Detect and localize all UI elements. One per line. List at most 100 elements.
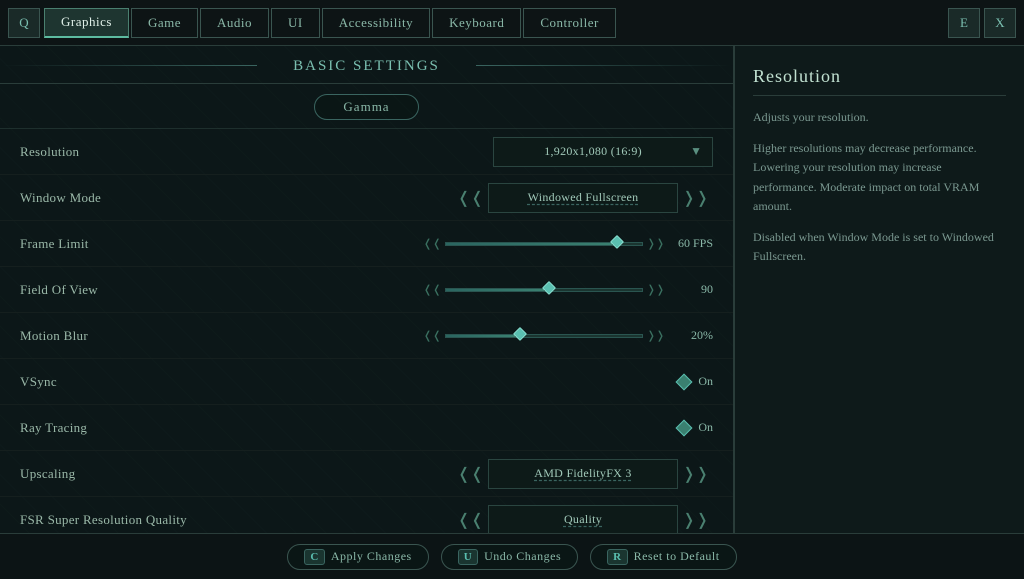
- resolution-dropdown[interactable]: 1,920x1,080 (16:9) ▼: [493, 137, 713, 167]
- fsr-quality-control: ❬❬ Quality ❭❭: [220, 505, 713, 534]
- resolution-label: Resolution: [20, 144, 220, 160]
- resolution-value: 1,920x1,080 (16:9): [504, 144, 682, 159]
- frame-limit-control: ❬❬ ❭❭ 60 FPS: [220, 236, 713, 251]
- undo-changes-button[interactable]: U Undo Changes: [441, 544, 578, 570]
- fsr-quality-next-button[interactable]: ❭❭: [678, 510, 713, 530]
- setting-row-motion-blur: Motion Blur ❬❬ ❭❭ 20%: [0, 313, 733, 359]
- fov-left-arrows: ❬❬: [423, 283, 441, 296]
- apply-changes-button[interactable]: C Apply Changes: [287, 544, 428, 570]
- info-paragraph-1: Adjusts your resolution.: [753, 108, 1006, 127]
- upscaling-arrow-select: ❬❬ AMD FidelityFX 3 ❭❭: [453, 459, 713, 489]
- fov-right-arrows: ❭❭: [647, 283, 665, 296]
- reset-key: R: [607, 549, 627, 565]
- undo-key: U: [458, 549, 478, 565]
- ray-tracing-control[interactable]: On: [220, 420, 713, 435]
- motion-blur-track: [445, 334, 642, 338]
- top-navigation: Q Graphics Game Audio UI Accessibility K…: [0, 0, 1024, 46]
- motion-blur-right-arrows: ❭❭: [647, 329, 665, 342]
- main-content: Basic Settings Gamma Resolution 1,920x1,…: [0, 46, 1024, 533]
- fov-label: Field Of View: [20, 282, 220, 298]
- apply-key: C: [304, 549, 324, 565]
- info-paragraph-3: Disabled when Window Mode is set to Wind…: [753, 228, 1006, 266]
- frame-limit-slider[interactable]: ❬❬ ❭❭ 60 FPS: [423, 236, 713, 251]
- window-mode-arrow-select: ❬❬ Windowed Fullscreen ❭❭: [453, 183, 713, 213]
- upscaling-label: Upscaling: [20, 466, 220, 482]
- apply-label: Apply Changes: [331, 549, 412, 564]
- ray-tracing-value: On: [698, 420, 713, 435]
- setting-row-resolution: Resolution 1,920x1,080 (16:9) ▼: [0, 129, 733, 175]
- fsr-quality-prev-button[interactable]: ❬❬: [453, 510, 488, 530]
- window-mode-label: Window Mode: [20, 190, 220, 206]
- window-mode-next-button[interactable]: ❭❭: [678, 188, 713, 208]
- vsync-label: VSync: [20, 374, 220, 390]
- motion-blur-fill: [446, 335, 514, 337]
- reset-to-default-button[interactable]: R Reset to Default: [590, 544, 736, 570]
- info-panel: Resolution Adjusts your resolution. High…: [734, 46, 1024, 533]
- setting-row-vsync: VSync On: [0, 359, 733, 405]
- fov-track: [445, 288, 642, 292]
- vsync-value: On: [698, 374, 713, 389]
- ray-tracing-toggle[interactable]: On: [633, 420, 713, 435]
- window-mode-control: ❬❬ Windowed Fullscreen ❭❭: [220, 183, 713, 213]
- info-text: Adjusts your resolution. Higher resoluti…: [753, 108, 1006, 266]
- setting-row-frame-limit: Frame Limit ❬❬ ❭❭ 60 FPS: [0, 221, 733, 267]
- upscaling-control: ❬❬ AMD FidelityFX 3 ❭❭: [220, 459, 713, 489]
- info-title: Resolution: [753, 66, 1006, 96]
- fsr-quality-arrow-select: ❬❬ Quality ❭❭: [453, 505, 713, 534]
- fov-thumb[interactable]: [542, 280, 556, 294]
- fsr-quality-value: Quality: [488, 505, 678, 534]
- frame-limit-right-arrows: ❭❭: [647, 237, 665, 250]
- tab-graphics[interactable]: Graphics: [44, 8, 129, 38]
- setting-row-upscaling: Upscaling ❬❬ AMD FidelityFX 3 ❭❭: [0, 451, 733, 497]
- dropdown-arrow-icon: ▼: [690, 144, 702, 159]
- e-button[interactable]: E: [948, 8, 980, 38]
- motion-blur-control: ❬❬ ❭❭ 20%: [220, 328, 713, 343]
- upscaling-prev-button[interactable]: ❬❬: [453, 464, 488, 484]
- tab-audio[interactable]: Audio: [200, 8, 269, 38]
- motion-blur-thumb[interactable]: [513, 326, 527, 340]
- vsync-control[interactable]: On: [220, 374, 713, 389]
- window-mode-value: Windowed Fullscreen: [488, 183, 678, 213]
- left-panel: Basic Settings Gamma Resolution 1,920x1,…: [0, 46, 734, 533]
- info-paragraph-2: Higher resolutions may decrease performa…: [753, 139, 1006, 216]
- tab-controller[interactable]: Controller: [523, 8, 615, 38]
- motion-blur-left-arrows: ❬❬: [423, 329, 441, 342]
- frame-limit-thumb[interactable]: [610, 234, 624, 248]
- frame-limit-value: 60 FPS: [673, 236, 713, 251]
- resolution-control: 1,920x1,080 (16:9) ▼: [220, 137, 713, 167]
- window-mode-prev-button[interactable]: ❬❬: [453, 188, 488, 208]
- setting-row-window-mode: Window Mode ❬❬ Windowed Fullscreen ❭❭: [0, 175, 733, 221]
- tab-ui[interactable]: UI: [271, 8, 320, 38]
- upscaling-value: AMD FidelityFX 3: [488, 459, 678, 489]
- fov-control: ❬❬ ❭❭ 90: [220, 282, 713, 297]
- frame-limit-fill: [446, 243, 612, 245]
- fov-slider[interactable]: ❬❬ ❭❭ 90: [423, 282, 713, 297]
- section-header: Basic Settings: [0, 46, 733, 84]
- setting-row-fsr-quality: FSR Super Resolution Quality ❬❬ Quality …: [0, 497, 733, 533]
- ray-tracing-label: Ray Tracing: [20, 420, 220, 436]
- fov-value: 90: [673, 282, 713, 297]
- vsync-toggle[interactable]: On: [633, 374, 713, 389]
- frame-limit-label: Frame Limit: [20, 236, 220, 252]
- reset-label: Reset to Default: [634, 549, 720, 564]
- frame-limit-track: [445, 242, 642, 246]
- motion-blur-value: 20%: [673, 328, 713, 343]
- settings-scroll[interactable]: Resolution 1,920x1,080 (16:9) ▼ Window M…: [0, 129, 733, 533]
- bottom-bar: C Apply Changes U Undo Changes R Reset t…: [0, 533, 1024, 579]
- undo-label: Undo Changes: [484, 549, 561, 564]
- tab-keyboard[interactable]: Keyboard: [432, 8, 521, 38]
- setting-row-fov: Field Of View ❬❬ ❭❭ 90: [0, 267, 733, 313]
- ray-tracing-diamond-icon: [676, 419, 693, 436]
- motion-blur-label: Motion Blur: [20, 328, 220, 344]
- tab-game[interactable]: Game: [131, 8, 198, 38]
- setting-row-ray-tracing: Ray Tracing On: [0, 405, 733, 451]
- fov-fill: [446, 289, 544, 291]
- frame-limit-left-arrows: ❬❬: [423, 237, 441, 250]
- motion-blur-slider[interactable]: ❬❬ ❭❭ 20%: [423, 328, 713, 343]
- upscaling-next-button[interactable]: ❭❭: [678, 464, 713, 484]
- fsr-quality-label: FSR Super Resolution Quality: [20, 512, 220, 528]
- x-button[interactable]: X: [984, 8, 1016, 38]
- tab-accessibility[interactable]: Accessibility: [322, 8, 430, 38]
- vsync-diamond-icon: [676, 373, 693, 390]
- q-button[interactable]: Q: [8, 8, 40, 38]
